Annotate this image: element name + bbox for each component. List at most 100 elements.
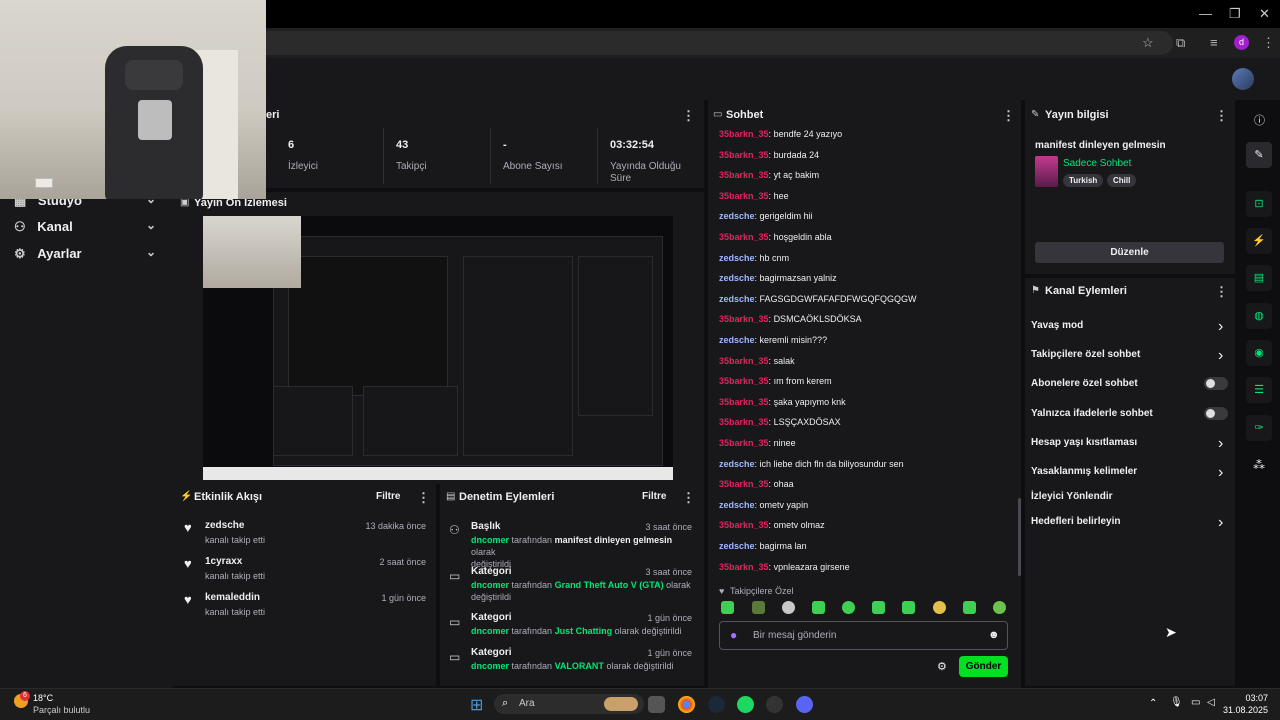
chat-scrollbar[interactable] (1018, 498, 1021, 576)
close-icon[interactable]: ✕ (1259, 6, 1270, 22)
monitor-icon[interactable]: ▭ (1191, 697, 1200, 708)
chevron-right-icon[interactable]: › (1218, 318, 1223, 336)
minimize-icon[interactable]: — (1199, 6, 1212, 21)
emote-icon[interactable] (902, 601, 915, 614)
chevron-right-icon[interactable]: › (1218, 347, 1223, 365)
spotify-icon[interactable] (737, 696, 754, 713)
steam-icon[interactable] (708, 696, 725, 713)
activity-username[interactable]: zedsche (205, 520, 244, 531)
activity-username[interactable]: kemaleddin (205, 592, 260, 603)
chat-username[interactable]: 35barkn_35 (719, 397, 769, 407)
task-view-icon[interactable] (648, 696, 665, 713)
sidebar-item-channel[interactable]: ⚇ Kanal ⌄ (14, 218, 156, 235)
toggle-switch[interactable] (1204, 377, 1228, 390)
chat-username[interactable]: zedsche (719, 211, 755, 221)
profile-avatar[interactable]: d (1234, 35, 1249, 50)
stream-category[interactable]: Sadece Sohbet (1063, 158, 1131, 169)
chat-username[interactable]: 35barkn_35 (719, 417, 769, 427)
stream-preview-video[interactable] (203, 216, 673, 480)
wrench-icon[interactable]: ✑ (1246, 415, 1272, 441)
clock-time[interactable]: 03:07 (1228, 693, 1268, 703)
emote-icon[interactable] (782, 601, 795, 614)
chat-username[interactable]: zedsche (719, 459, 755, 469)
chat-username[interactable]: zedsche (719, 253, 755, 263)
weather-desc[interactable]: Parçalı bulutlu (33, 705, 90, 715)
emote-icon[interactable] (842, 601, 855, 614)
emote-icon[interactable] (963, 601, 976, 614)
channel-action-4[interactable]: Hesap yaşı kısıtlaması (1031, 437, 1137, 448)
shapes-icon[interactable]: ⁂ (1253, 458, 1265, 472)
user-avatar[interactable] (1232, 68, 1254, 90)
bookmark-star-icon[interactable]: ☆ (1142, 35, 1154, 51)
pencil-icon[interactable]: ✎ (1246, 142, 1272, 168)
chat-username[interactable]: 35barkn_35 (719, 479, 769, 489)
taskbar-search[interactable]: ⌕ Ara (494, 694, 644, 714)
media-control-icon[interactable]: ≡ (1210, 35, 1218, 50)
sidebar-item-settings[interactable]: ⚙ Ayarlar ⌄ (14, 245, 156, 262)
chat-username[interactable]: zedsche (719, 273, 755, 283)
broadcast-icon[interactable]: ◉ (1246, 340, 1272, 366)
kebab-menu-icon[interactable]: ⋮ (1215, 284, 1228, 300)
weather-temp[interactable]: 18°C (33, 693, 53, 703)
send-button[interactable]: Gönder (959, 656, 1008, 677)
chat-username[interactable]: 35barkn_35 (719, 129, 769, 139)
chat-username[interactable]: 35barkn_35 (719, 170, 769, 180)
chat-username[interactable]: 35barkn_35 (719, 356, 769, 366)
layout-icon[interactable]: ☰ (1246, 377, 1272, 403)
chat-username[interactable]: zedsche (719, 500, 755, 510)
chat-username[interactable]: 35barkn_35 (719, 438, 769, 448)
channel-action-1[interactable]: Takipçilere özel sohbet (1031, 349, 1140, 360)
channel-action-7[interactable]: Hedefleri belirleyin (1031, 516, 1120, 527)
tag-pill[interactable]: Chill (1107, 174, 1137, 187)
chat-input[interactable]: ● Bir mesaj gönderin ☻ (719, 621, 1008, 650)
chat-username[interactable]: 35barkn_35 (719, 314, 769, 324)
chevron-right-icon[interactable]: › (1218, 435, 1223, 453)
emote-icon[interactable] (812, 601, 825, 614)
kebab-menu-icon[interactable]: ⋮ (1002, 108, 1015, 124)
microphone-icon[interactable]: 🎙 (1170, 697, 1183, 708)
chat-username[interactable]: 35barkn_35 (719, 376, 769, 386)
chat-username[interactable]: 35barkn_35 (719, 520, 769, 530)
maximize-icon[interactable]: ❐ (1229, 6, 1241, 22)
chat-username[interactable]: zedsche (719, 541, 755, 551)
channel-action-3[interactable]: Yalnızca ifadelerle sohbet (1031, 408, 1153, 419)
channel-action-6[interactable]: İzleyici Yönlendir (1031, 491, 1113, 502)
info-icon[interactable]: ⓘ (1254, 112, 1265, 128)
chat-username[interactable]: zedsche (719, 335, 755, 345)
clock-date[interactable]: 31.08.2025 (1208, 705, 1268, 715)
microphone-icon[interactable]: ● (730, 628, 737, 642)
chat-username[interactable]: 35barkn_35 (719, 232, 769, 242)
edit-button[interactable]: Düzenle (1035, 242, 1224, 263)
chrome-icon[interactable] (678, 696, 695, 713)
toggle-switch[interactable] (1204, 407, 1228, 420)
channel-action-0[interactable]: Yavaş mod (1031, 320, 1083, 331)
chat-username[interactable]: 35barkn_35 (719, 150, 769, 160)
chat-username[interactable]: 35barkn_35 (719, 191, 769, 201)
notes-icon[interactable]: ▤ (1246, 265, 1272, 291)
chevron-right-icon[interactable]: › (1218, 514, 1223, 532)
chat-username[interactable]: 35barkn_35 (719, 562, 769, 572)
kebab-menu-icon[interactable]: ⋮ (682, 108, 695, 124)
kebab-menu-icon[interactable]: ⋮ (682, 490, 695, 506)
kebab-menu-icon[interactable]: ⋮ (417, 490, 430, 506)
activity-filter-button[interactable]: Filtre (376, 491, 400, 502)
moderation-filter-button[interactable]: Filtre (642, 491, 666, 502)
emote-icon[interactable] (721, 601, 734, 614)
tag-pill[interactable]: Turkish (1063, 174, 1104, 187)
chat-bubble-icon[interactable]: ◍ (1246, 303, 1272, 329)
channel-action-2[interactable]: Abonelere özel sohbet (1031, 378, 1138, 389)
chevron-up-icon[interactable]: ⌃ (1149, 698, 1157, 709)
emote-icon[interactable] (752, 601, 765, 614)
screenshot-icon[interactable]: ⊡ (1246, 191, 1272, 217)
emote-icon[interactable] (933, 601, 946, 614)
emote-icon[interactable] (993, 601, 1006, 614)
browser-menu-icon[interactable]: ⋮ (1262, 35, 1275, 51)
kebab-menu-icon[interactable]: ⋮ (1215, 108, 1228, 124)
emote-icon[interactable] (872, 601, 885, 614)
emoji-icon[interactable]: ☻ (988, 629, 1000, 641)
obs-icon[interactable] (766, 696, 783, 713)
chat-username[interactable]: zedsche (719, 294, 755, 304)
lightning-icon[interactable]: ⚡ (1246, 228, 1272, 254)
channel-action-5[interactable]: Yasaklanmış kelimeler (1031, 466, 1137, 477)
gear-icon[interactable]: ⚙ (937, 660, 947, 673)
